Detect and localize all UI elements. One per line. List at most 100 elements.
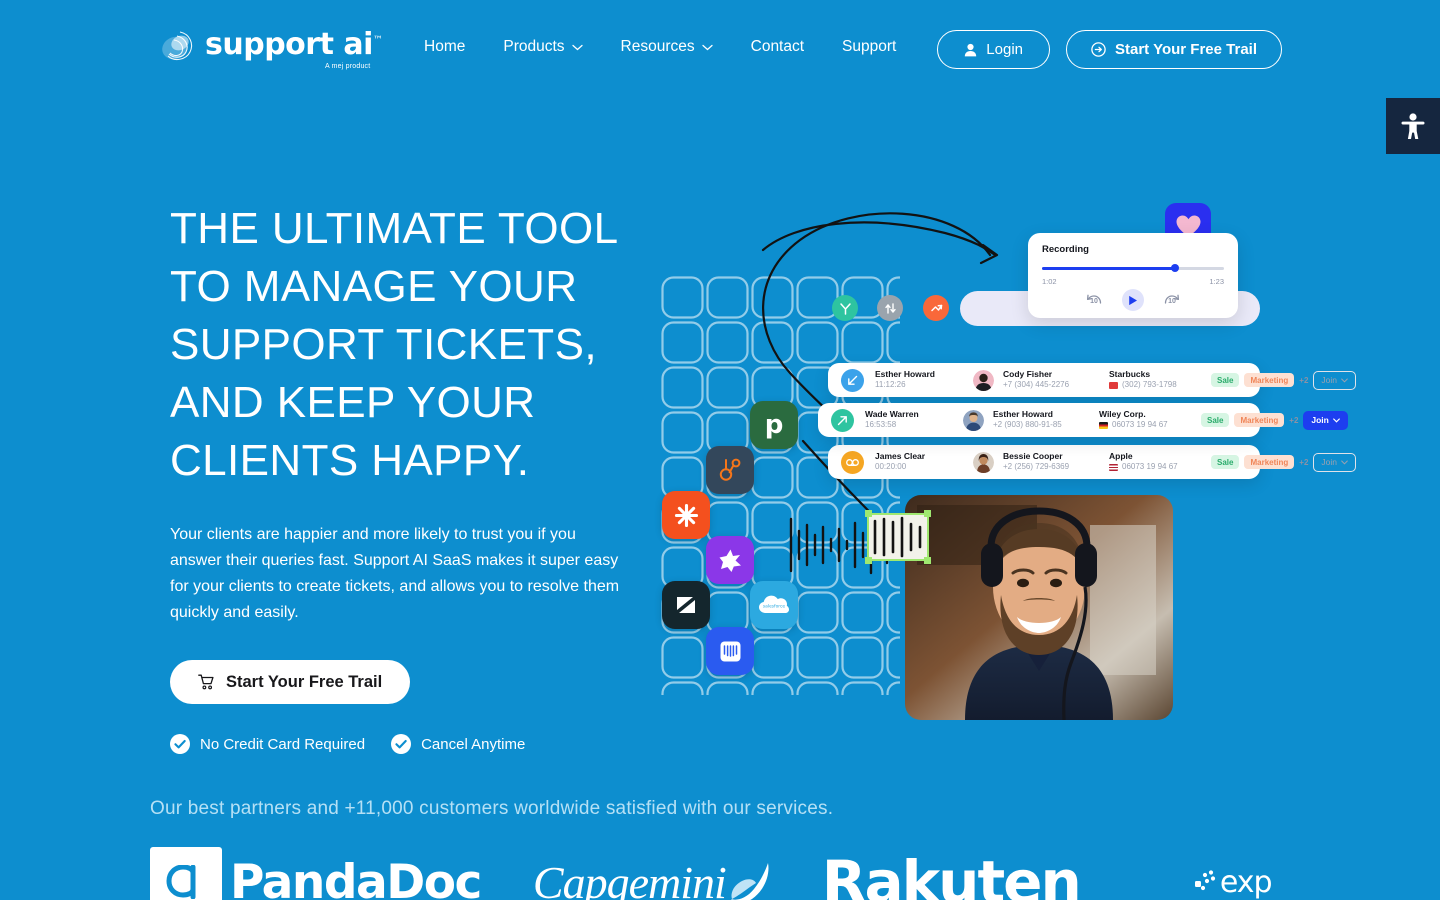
call-time: 16:53:58 [865, 420, 897, 430]
row-organization: Apple 06073 19 94 67 [1109, 451, 1211, 473]
forward-10-icon[interactable]: 10 [1163, 292, 1181, 308]
row-tags: Sale Marketing +2 Join [1211, 370, 1356, 390]
germany-flag-icon [1099, 422, 1108, 430]
badge-label: Cancel Anytime [421, 735, 526, 753]
org-name: Starbucks [1109, 369, 1151, 380]
player-controls: 10 10 [1042, 289, 1224, 311]
tag-sale[interactable]: Sale [1211, 455, 1240, 469]
hubspot-icon[interactable] [706, 446, 754, 494]
asterisk-glyph [674, 503, 698, 527]
org-phone-line: 06073 19 94 67 [1109, 462, 1211, 473]
tag-sale[interactable]: Sale [1211, 373, 1240, 387]
hero-badges: No Credit Card Required Cancel Anytime [170, 734, 640, 754]
tag-overflow-count[interactable]: +2 [1289, 416, 1298, 425]
table-row[interactable]: Wade Warren 16:53:58 Esther Howard +2 (9… [818, 403, 1348, 437]
row-organization: Wiley Corp. 06073 19 94 67 [1099, 409, 1201, 431]
waveform-selection-region[interactable] [865, 510, 931, 564]
selection-handle-top-left[interactable] [865, 510, 872, 517]
table-row[interactable]: Esther Howard 11:12:26 Cody Fisher +7 (3… [828, 363, 1356, 397]
join-dropdown-button[interactable]: Join [1303, 410, 1348, 430]
zendesk-icon[interactable] [662, 581, 710, 629]
pandadoc-wordmark: PandaDoc [230, 854, 482, 900]
usa-flag-icon [1109, 464, 1118, 472]
nav-label: Support [842, 38, 897, 55]
nav-item-products[interactable]: Products [503, 38, 583, 56]
join-label: Join [1321, 375, 1337, 385]
start-free-trial-button-hero[interactable]: Start Your Free Trail [170, 660, 411, 704]
capgemini-logo: Capgemini [533, 856, 772, 900]
tag-overflow-count[interactable]: +2 [1299, 376, 1308, 385]
row-contact: Cody Fisher +7 (304) 445-2276 [1003, 369, 1103, 391]
user-icon [965, 43, 977, 56]
start-free-trial-button-header[interactable]: Start Your Free Trail [1066, 30, 1282, 69]
row-tags: Sale Marketing +2 Join [1201, 410, 1348, 430]
org-phone: 06073 19 94 67 [1112, 420, 1168, 430]
main-navigation: Home Products Resources Contact Support [424, 38, 896, 56]
pandadoc-mark [150, 847, 222, 900]
arrow-circle-right-icon [1091, 42, 1106, 57]
logo-text: support ai™ A mej product [205, 30, 383, 71]
play-button[interactable] [1122, 289, 1144, 311]
org-phone: 06073 19 94 67 [1122, 462, 1178, 472]
selection-handle-bottom-right[interactable] [924, 557, 931, 564]
nav-item-home[interactable]: Home [424, 38, 465, 56]
nav-label: Products [503, 38, 565, 55]
tag-marketing[interactable]: Marketing [1234, 413, 1285, 427]
join-dropdown-button[interactable]: Join [1313, 452, 1356, 472]
nav-label: Contact [750, 38, 805, 55]
star-burst-glyph [719, 549, 741, 572]
avatar [973, 451, 994, 473]
join-label: Join [1311, 415, 1329, 425]
hero-copy: THE ULTIMATE TOOL TO MANAGE YOUR SUPPORT… [170, 200, 640, 754]
agent-name: James Clear [875, 451, 926, 462]
table-row[interactable]: James Clear 00:20:00 Bessie Cooper +2 (2… [828, 445, 1356, 479]
swirl-logo-icon [162, 31, 193, 61]
logo[interactable]: support ai™ A mej product [160, 26, 383, 71]
row-agent: James Clear 00:20:00 [875, 451, 973, 473]
asterisk-app-icon[interactable] [662, 491, 710, 539]
pandadoc-logo: PandaDoc [150, 847, 482, 900]
tag-sale[interactable]: Sale [1201, 413, 1230, 427]
salesforce-cloud-glyph: salesforce [759, 595, 789, 613]
avatar [963, 409, 984, 431]
tag-marketing[interactable]: Marketing [1244, 455, 1295, 469]
svg-text:salesforce: salesforce [763, 604, 786, 610]
selection-handle-top-right[interactable] [924, 510, 931, 517]
player-progress-bar[interactable] [1042, 264, 1224, 272]
exp-wordmark: exp [1219, 864, 1273, 900]
join-dropdown-button[interactable]: Join [1313, 370, 1356, 390]
pipedrive-icon[interactable]: p [750, 401, 798, 449]
join-label: Join [1321, 457, 1337, 467]
nav-item-contact[interactable]: Contact [751, 38, 804, 56]
badge-label: No Credit Card Required [200, 735, 366, 753]
rewind-seconds-label: 10 [1090, 298, 1098, 305]
org-name: Wiley Corp. [1099, 409, 1146, 420]
agent-photo-illustration [905, 495, 1173, 720]
rewind-10-icon[interactable]: 10 [1085, 292, 1103, 308]
selection-handle-bottom-left[interactable] [865, 557, 872, 564]
star-burst-app-icon[interactable] [706, 536, 754, 584]
badge-cancel-anytime: Cancel Anytime [391, 734, 525, 754]
transfer-arrows-glyph [884, 302, 896, 314]
login-button[interactable]: Login [937, 30, 1050, 69]
org-phone-line: (302) 793-1798 [1109, 380, 1211, 391]
exp-logo: exp [1194, 864, 1273, 900]
accessibility-widget-button[interactable] [1386, 98, 1440, 154]
chevron-down-icon [701, 44, 713, 50]
nav-item-support[interactable]: Support [842, 38, 896, 56]
check-circle-icon [170, 734, 190, 754]
tag-marketing[interactable]: Marketing [1244, 373, 1295, 387]
forward-check-icon [923, 295, 949, 321]
player-total: 1:23 [1209, 277, 1224, 286]
intercom-icon[interactable] [706, 627, 754, 675]
chevron-down-icon [1332, 417, 1340, 423]
tag-overflow-count[interactable]: +2 [1299, 458, 1308, 467]
salesforce-icon[interactable]: salesforce [750, 581, 798, 629]
chevron-down-icon [1341, 460, 1348, 465]
play-icon [1129, 295, 1137, 305]
hero-illustration: p salesforce Recording 1:02 1:23 10 10 E… [655, 195, 1356, 735]
call-outgoing-icon [831, 408, 854, 432]
progress-knob[interactable] [1171, 264, 1180, 272]
nav-item-resources[interactable]: Resources [621, 38, 713, 56]
badge-no-credit-card: No Credit Card Required [170, 734, 365, 754]
